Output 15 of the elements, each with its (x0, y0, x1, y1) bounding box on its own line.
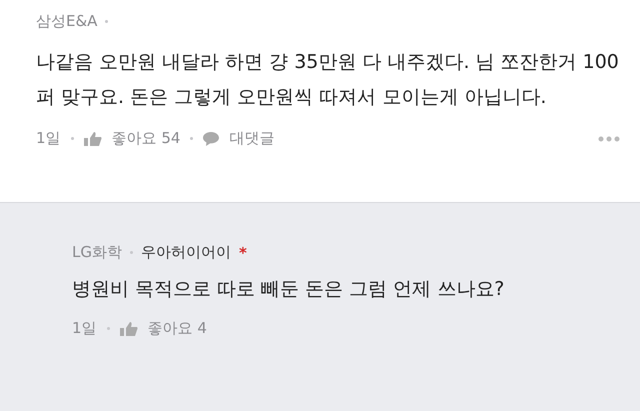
comment-time: 1일 (36, 129, 61, 148)
comment-text: 나같음 오만원 내달라 하면 걍 35만원 다 내주겠다. 님 쪼잔한거 100퍼 맞구요. 돈은 그렇게 오만원씩 따져서 모이는게 아닙니다. (36, 50, 620, 110)
company-name: 삼성E&A (36, 12, 98, 31)
thumbs-up-icon[interactable] (84, 132, 102, 146)
author-mark: * (238, 244, 247, 262)
author-name: 우아허이어이 (140, 243, 231, 262)
reply-text: 병원비 목적으로 따로 빼둔 돈은 그럼 언제 쓰나요? (72, 277, 506, 302)
thumbs-up-icon[interactable] (120, 322, 138, 336)
like-count[interactable]: 좋아요 54 (112, 129, 180, 148)
speech-bubble-icon[interactable] (203, 132, 220, 146)
more-icon[interactable] (598, 136, 620, 142)
like-count[interactable]: 좋아요 4 (148, 319, 207, 338)
reply-time: 1일 (72, 319, 97, 338)
reply-link[interactable]: 대댓글 (229, 129, 274, 148)
company-name: LG화학 (72, 243, 122, 262)
